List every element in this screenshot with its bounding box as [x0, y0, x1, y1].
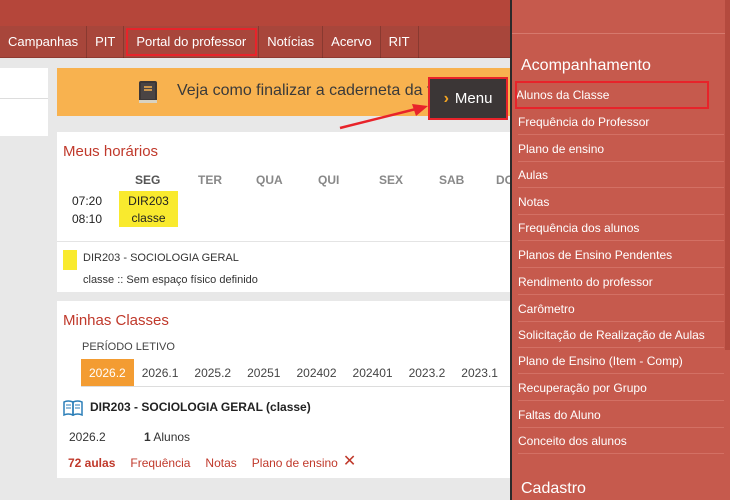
link-aulas[interactable]: 72 aulas [68, 456, 115, 470]
tab-period[interactable]: 2025.2 [186, 359, 239, 386]
sidebar-item-rendimento[interactable]: Rendimento do professor [518, 269, 724, 295]
sidebar-scrollbar[interactable] [725, 0, 730, 350]
nav-campanhas[interactable]: Campanhas [0, 25, 88, 58]
close-icon[interactable]: ✕ [343, 454, 356, 470]
sidebar-item-frequencia-do-professor[interactable]: Frequência do Professor [518, 109, 724, 135]
nav-portal-do-professor[interactable]: Portal do professor [124, 25, 260, 58]
time-label: 07:20 [72, 194, 103, 208]
tab-period[interactable]: 2023.1 [453, 359, 506, 386]
day-header: SAB [439, 173, 465, 187]
sidebar-item-plano-de-ensino[interactable]: Plano de ensino [518, 136, 724, 162]
sidebar-item-carometro[interactable]: Carômetro [518, 296, 724, 322]
nav-noticias[interactable]: Notícias [259, 25, 324, 58]
class-name[interactable]: DIR203 - SOCIOLOGIA GERAL (classe) [90, 400, 311, 414]
nav-rit[interactable]: RIT [381, 25, 419, 58]
sidebar-item-aulas[interactable]: Aulas [518, 162, 724, 188]
schedule-card: Meus horários SEG TER QUA QUI SEX SAB DO… [57, 132, 524, 292]
class-students: 1 Alunos [144, 430, 190, 444]
legend-class-name: DIR203 - SOCIOLOGIA GERAL [83, 252, 239, 264]
day-header: QUI [318, 173, 340, 187]
divider [57, 241, 510, 242]
sidebar-menu: Acompanhamento Alunos da Classe Frequênc… [510, 0, 730, 500]
divider [0, 98, 48, 99]
sidebar-item-frequencia-dos-alunos[interactable]: Frequência dos alunos [518, 215, 724, 241]
sidebar-item-alunos-da-classe[interactable]: Alunos da Classe [515, 81, 709, 109]
classes-title: Minhas Classes [63, 312, 169, 329]
sidebar-item-faltas-aluno[interactable]: Faltas do Aluno [518, 402, 724, 428]
tab-period[interactable]: 202402 [288, 359, 344, 386]
link-notas[interactable]: Notas [205, 456, 236, 470]
day-header: SEG [135, 173, 161, 187]
link-frequencia[interactable]: Frequência [130, 456, 190, 470]
students-count: 1 [144, 430, 151, 444]
tab-period[interactable]: 2026.1 [134, 359, 187, 386]
period-label: PERÍODO LETIVO [82, 341, 175, 353]
sidebar-section-acompanhamento: Acompanhamento [521, 57, 651, 74]
period-tabs: 2026.2 2026.1 2025.2 20251 202402 202401… [81, 359, 521, 387]
time-label: 08:10 [72, 212, 103, 226]
slot-type: classe [131, 211, 166, 225]
sidebar-item-conceito-alunos[interactable]: Conceito dos alunos [518, 428, 724, 454]
class-year: 2026.2 [69, 430, 106, 444]
tab-period[interactable]: 2026.2 [81, 359, 134, 386]
book-icon [139, 81, 157, 103]
day-header: SEX [379, 173, 404, 187]
slot-code: DIR203 [128, 194, 169, 208]
class-links: 72 aulas Frequência Notas Plano de ensin… [68, 454, 371, 471]
menu-button[interactable]: › Menu [428, 77, 508, 120]
sidebar-top-row [512, 0, 730, 34]
left-panel-stub [0, 68, 48, 136]
tab-period[interactable]: 20251 [239, 359, 288, 386]
classes-card: Minhas Classes PERÍODO LETIVO 2026.2 202… [57, 301, 521, 478]
sidebar-item-recuperacao-grupo[interactable]: Recuperação por Grupo [518, 375, 724, 401]
day-header: TER [198, 173, 222, 187]
nav-acervo[interactable]: Acervo [323, 25, 381, 58]
legend-swatch [63, 250, 77, 270]
open-book-icon [63, 400, 83, 416]
schedule-slot[interactable]: DIR203 classe [119, 191, 178, 227]
banner-text: Veja como finalizar a caderneta da turma [177, 82, 468, 99]
day-header: QUA [256, 173, 283, 187]
annotation-arrow [339, 104, 428, 130]
nav-pit[interactable]: PIT [87, 25, 125, 58]
sidebar-item-planos-pendentes[interactable]: Planos de Ensino Pendentes [518, 242, 724, 268]
students-label: Alunos [153, 430, 191, 444]
legend-class-detail: classe :: Sem espaço físico definido [83, 274, 258, 286]
schedule-title: Meus horários [63, 143, 159, 160]
top-navigation: Campanhas PIT Portal do professor Notíci… [0, 25, 512, 58]
sidebar-section-cadastro: Cadastro [521, 480, 586, 497]
sidebar-item-notas[interactable]: Notas [518, 189, 724, 215]
sidebar-item-solicitacao-aulas[interactable]: Solicitação de Realização de Aulas [518, 322, 724, 348]
menu-label: Menu [454, 90, 493, 107]
tab-period[interactable]: 202401 [345, 359, 401, 386]
tab-period[interactable]: 2023.2 [401, 359, 454, 386]
sidebar-item-plano-item-comp[interactable]: Plano de Ensino (Item - Comp) [518, 348, 724, 374]
chevron-right-icon: › [443, 89, 449, 107]
link-plano-de-ensino[interactable]: Plano de ensino [252, 456, 338, 470]
